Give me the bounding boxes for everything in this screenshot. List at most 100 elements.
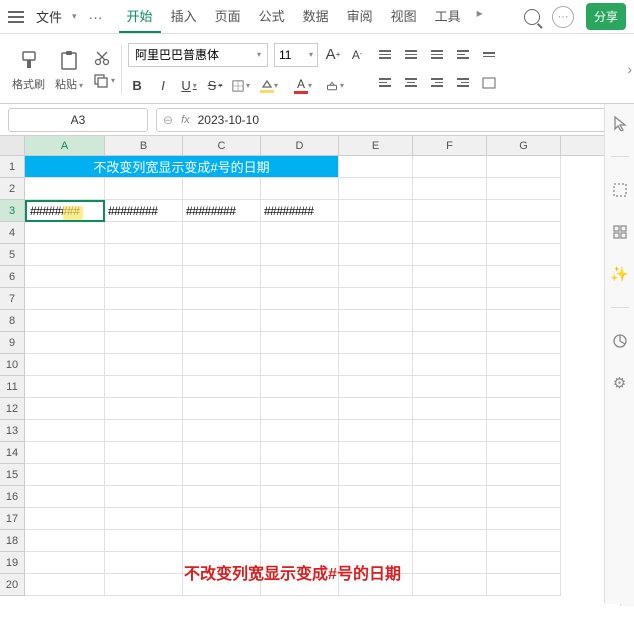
cell[interactable] [413, 508, 487, 530]
cell[interactable] [487, 244, 561, 266]
cell[interactable] [261, 178, 339, 200]
cell[interactable] [339, 310, 413, 332]
tab-view[interactable]: 视图 [383, 0, 425, 33]
cell[interactable] [25, 354, 105, 376]
row-header-13[interactable]: 13 [0, 420, 25, 442]
cell[interactable] [413, 266, 487, 288]
font-color-button[interactable]: A▾ [292, 77, 310, 95]
cell[interactable] [261, 310, 339, 332]
row-header-17[interactable]: 17 [0, 508, 25, 530]
indent-increase-button[interactable] [452, 71, 474, 95]
ai-icon[interactable]: ✨ [611, 265, 629, 283]
cell[interactable] [105, 244, 183, 266]
cell[interactable] [413, 222, 487, 244]
tab-tools[interactable]: 工具 [427, 0, 469, 33]
bold-button[interactable]: B [128, 77, 146, 95]
cell[interactable] [261, 420, 339, 442]
cell[interactable] [183, 464, 261, 486]
cell[interactable] [25, 310, 105, 332]
cell[interactable] [487, 156, 561, 178]
cell[interactable] [339, 266, 413, 288]
cell[interactable] [183, 244, 261, 266]
cell[interactable] [339, 442, 413, 464]
cell[interactable] [105, 288, 183, 310]
font-shrink-button[interactable]: A- [348, 46, 366, 64]
indent-decrease-button[interactable] [452, 43, 474, 67]
align-right-button[interactable] [426, 71, 448, 95]
cell[interactable] [339, 222, 413, 244]
column-header-g[interactable]: G [487, 136, 561, 155]
tab-formula[interactable]: 公式 [251, 0, 293, 33]
cell[interactable] [487, 486, 561, 508]
cell[interactable] [487, 530, 561, 552]
paste-label[interactable]: 粘贴▾ [55, 76, 83, 92]
cell[interactable] [339, 200, 413, 222]
align-left-button[interactable] [374, 71, 396, 95]
cell[interactable] [487, 398, 561, 420]
cell[interactable] [25, 376, 105, 398]
formula-input-area[interactable]: ⊖ fx 2023-10-10 [156, 108, 626, 132]
column-header-f[interactable]: F [413, 136, 487, 155]
cell[interactable] [413, 156, 487, 178]
cell[interactable] [261, 398, 339, 420]
cell[interactable] [25, 464, 105, 486]
cell[interactable] [413, 442, 487, 464]
cell[interactable] [25, 508, 105, 530]
cell[interactable] [487, 288, 561, 310]
cell[interactable] [413, 486, 487, 508]
row-header-11[interactable]: 11 [0, 376, 25, 398]
cell[interactable] [487, 464, 561, 486]
cell[interactable] [25, 244, 105, 266]
format-painter-button[interactable] [13, 46, 45, 74]
cell[interactable] [413, 530, 487, 552]
cell[interactable] [339, 156, 413, 178]
cell[interactable] [339, 420, 413, 442]
cell[interactable] [183, 508, 261, 530]
column-header-e[interactable]: E [339, 136, 413, 155]
merged-title-cell[interactable]: 不改变列宽显示变成#号的日期 [25, 156, 339, 178]
cell[interactable] [183, 310, 261, 332]
align-center-button[interactable] [400, 71, 422, 95]
cut-button[interactable] [93, 49, 115, 67]
cell[interactable] [339, 244, 413, 266]
cell[interactable] [487, 178, 561, 200]
align-top-button[interactable] [374, 43, 396, 67]
cell[interactable] [25, 288, 105, 310]
cell[interactable] [105, 486, 183, 508]
row-header-4[interactable]: 4 [0, 222, 25, 244]
cell[interactable] [339, 288, 413, 310]
cell[interactable] [339, 376, 413, 398]
cloud-sync-icon[interactable]: ⋯ [552, 6, 574, 28]
cell[interactable] [413, 420, 487, 442]
italic-button[interactable]: I [154, 77, 172, 95]
cell[interactable] [183, 420, 261, 442]
cell[interactable] [183, 442, 261, 464]
search-icon[interactable] [524, 9, 540, 25]
cell-reference-box[interactable]: A3 [8, 108, 148, 132]
cell[interactable] [105, 266, 183, 288]
cell[interactable] [413, 310, 487, 332]
select-icon[interactable] [611, 181, 629, 199]
cell[interactable] [183, 288, 261, 310]
grid-main[interactable]: ABCDEFG 1不改变列宽显示变成#号的日期23###############… [0, 136, 620, 606]
border-button[interactable]: ▾ [232, 77, 250, 95]
cell[interactable] [413, 244, 487, 266]
column-header-b[interactable]: B [105, 136, 183, 155]
cell[interactable] [413, 332, 487, 354]
cell[interactable] [487, 354, 561, 376]
cell[interactable] [339, 464, 413, 486]
cell[interactable] [105, 398, 183, 420]
row-header-2[interactable]: 2 [0, 178, 25, 200]
chart-icon[interactable] [611, 332, 629, 350]
cell[interactable] [487, 332, 561, 354]
cell[interactable] [25, 530, 105, 552]
row-header-18[interactable]: 18 [0, 530, 25, 552]
row-header-16[interactable]: 16 [0, 486, 25, 508]
cell[interactable] [105, 508, 183, 530]
cell[interactable] [105, 442, 183, 464]
cell[interactable] [413, 398, 487, 420]
cell[interactable] [105, 222, 183, 244]
row-header-1[interactable]: 1 [0, 156, 25, 178]
zoom-out-icon[interactable]: ⊖ [163, 113, 173, 127]
row-header-3[interactable]: 3 [0, 200, 25, 222]
